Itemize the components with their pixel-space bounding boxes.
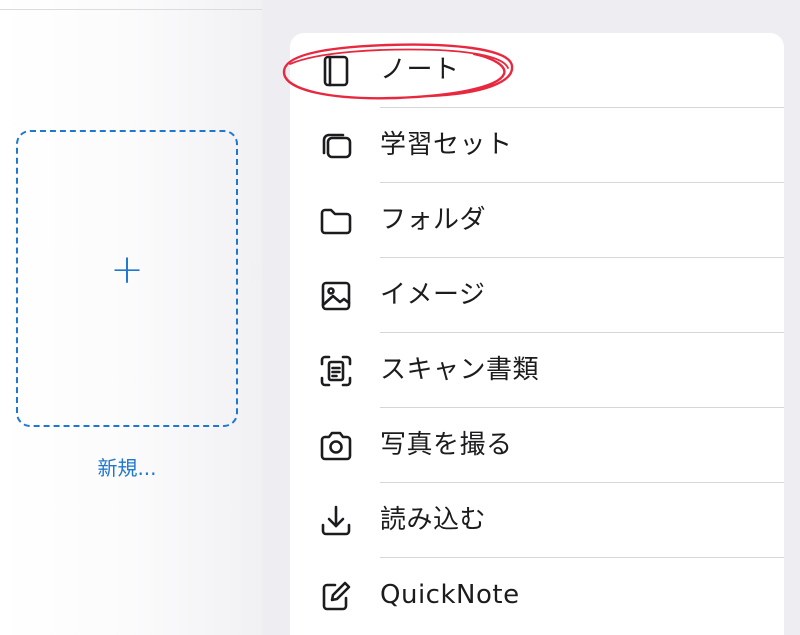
menu-item-label: 学習セット bbox=[380, 130, 513, 160]
menu-item-image[interactable]: イメージ bbox=[290, 258, 784, 333]
menu-item-label: ノート bbox=[380, 55, 460, 85]
notebook-icon bbox=[316, 51, 356, 91]
menu-item-label: スキャン書類 bbox=[380, 355, 540, 385]
menu-item-import[interactable]: 読み込む bbox=[290, 483, 784, 558]
menu-item-study-set[interactable]: 学習セット bbox=[290, 108, 784, 183]
new-document-label[interactable]: 新規... bbox=[16, 452, 238, 481]
menu-item-label: イメージ bbox=[380, 280, 486, 310]
menu-item-label: 写真を撮る bbox=[380, 430, 513, 460]
folder-icon bbox=[316, 201, 356, 241]
new-item-popover-menu: ノート 学習セット フォルダ イメージ スキャン書類 写真を撮る 読み込む Qu… bbox=[290, 33, 784, 635]
menu-item-note[interactable]: ノート bbox=[290, 33, 784, 108]
divider bbox=[0, 9, 262, 10]
menu-item-take-photo[interactable]: 写真を撮る bbox=[290, 408, 784, 483]
menu-item-label: QuickNote bbox=[380, 580, 520, 610]
popover-arrow bbox=[250, 258, 262, 286]
documents-panel: + 新規... bbox=[0, 0, 262, 635]
menu-item-label: フォルダ bbox=[380, 205, 487, 235]
pencil-square-icon bbox=[316, 576, 356, 616]
new-document-card[interactable]: + bbox=[16, 130, 238, 427]
menu-item-folder[interactable]: フォルダ bbox=[290, 183, 784, 258]
study-set-cards-icon bbox=[316, 126, 356, 166]
image-icon bbox=[316, 276, 356, 316]
camera-icon bbox=[316, 426, 356, 466]
menu-item-label: 読み込む bbox=[380, 505, 487, 535]
download-import-icon bbox=[316, 501, 356, 541]
menu-item-quicknote[interactable]: QuickNote bbox=[290, 558, 784, 633]
document-scan-icon bbox=[316, 351, 356, 391]
plus-icon: + bbox=[110, 247, 144, 293]
menu-item-scan-document[interactable]: スキャン書類 bbox=[290, 333, 784, 408]
